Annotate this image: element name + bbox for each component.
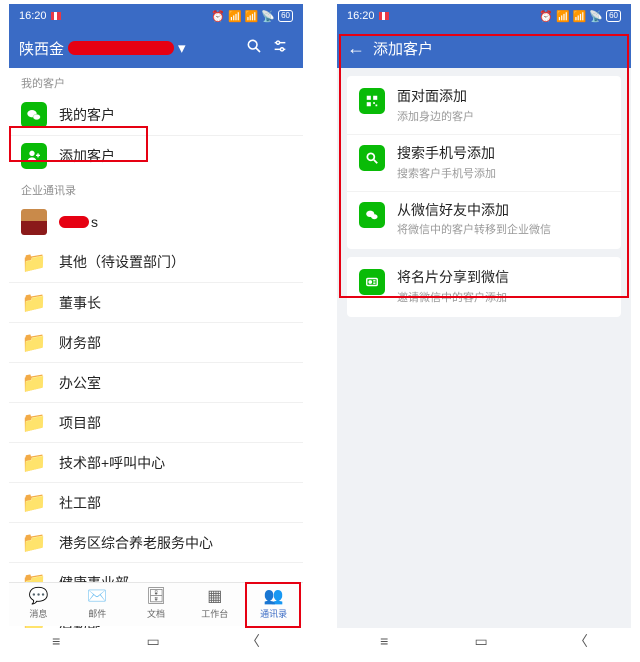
phone-right: 16:20 ⏰ 📶 📶 📡 60 ← 添加客户 面对面添加添加身边的客户搜索手机… bbox=[337, 4, 631, 654]
system-nav-bar: ≡ ▭ 〈 bbox=[9, 628, 303, 654]
row-add-client[interactable]: 添加客户 bbox=[9, 135, 303, 175]
row-folder[interactable]: 📁 港务区综合养老服务中心 bbox=[9, 522, 303, 562]
add-user-icon bbox=[21, 143, 47, 169]
status-flag-icon bbox=[51, 12, 61, 20]
signal-icon: 📶 bbox=[556, 10, 570, 23]
battery-indicator: 60 bbox=[606, 10, 621, 22]
folder-icon: 📁 bbox=[21, 370, 47, 396]
row-label: 项目部 bbox=[59, 413, 101, 433]
row-label: 技术部+呼叫中心 bbox=[59, 453, 165, 473]
option-title: 面对面添加 bbox=[397, 88, 474, 105]
nav-menu-icon[interactable]: ≡ bbox=[52, 633, 60, 649]
tab-contacts[interactable]: 👥通讯录 bbox=[244, 583, 303, 626]
contacts-icon: 👥 bbox=[264, 589, 284, 605]
nav-title: 添加客户 bbox=[373, 38, 621, 59]
alarm-icon: ⏰ bbox=[211, 10, 225, 23]
option-group-2: 将名片分享到微信邀请微信中的客户添加 bbox=[347, 257, 621, 317]
status-flag-icon bbox=[379, 12, 389, 20]
row-folder[interactable]: 📁 董事长 bbox=[9, 282, 303, 322]
card-icon bbox=[359, 269, 385, 295]
section-header-directory: 企业通讯录 bbox=[9, 175, 303, 202]
tab-mail[interactable]: ✉️邮件 bbox=[68, 583, 127, 626]
row-label: s bbox=[91, 214, 98, 230]
option-row[interactable]: 从微信好友中添加将微信中的客户转移到企业微信 bbox=[347, 191, 621, 248]
nav-bar: 陕西金 ▾ bbox=[9, 28, 303, 68]
wechat-icon bbox=[21, 102, 47, 128]
wifi-icon: 📡 bbox=[261, 10, 275, 23]
nav-bar: ← 添加客户 bbox=[337, 28, 631, 68]
tab-messages[interactable]: 💬消息 bbox=[9, 583, 68, 626]
row-my-clients[interactable]: 我的客户 bbox=[9, 95, 303, 135]
folder-icon: 📁 bbox=[21, 490, 47, 516]
option-group-1: 面对面添加添加身边的客户搜索手机号添加搜索客户手机号添加从微信好友中添加将微信中… bbox=[347, 76, 621, 249]
status-bar: 16:20 ⏰ 📶 📶 📡 60 bbox=[9, 4, 303, 28]
alarm-icon: ⏰ bbox=[539, 10, 553, 23]
nav-home-icon[interactable]: ▭ bbox=[474, 633, 487, 650]
nav-home-icon[interactable]: ▭ bbox=[146, 633, 159, 650]
option-title: 将名片分享到微信 bbox=[397, 269, 509, 286]
status-bar: 16:20 ⏰ 📶 📶 📡 60 bbox=[337, 4, 631, 28]
option-title: 搜索手机号添加 bbox=[397, 145, 496, 162]
option-row[interactable]: 搜索手机号添加搜索客户手机号添加 bbox=[347, 134, 621, 191]
status-time: 16:20 bbox=[347, 10, 375, 22]
nav-back-icon[interactable]: 〈 bbox=[574, 631, 588, 651]
row-label: 我的客户 bbox=[59, 105, 115, 125]
row-contact-person[interactable]: s bbox=[9, 202, 303, 242]
row-label: 其他（待设置部门） bbox=[59, 252, 185, 272]
system-nav-bar: ≡ ▭ 〈 bbox=[337, 628, 631, 654]
qr-icon bbox=[359, 88, 385, 114]
phone-left: 16:20 ⏰ 📶 📶 📡 60 陕西金 ▾ 我的客户 我的客户 bbox=[9, 4, 303, 654]
row-label: 办公室 bbox=[59, 373, 101, 393]
redacted-blob bbox=[59, 216, 89, 228]
redacted-blob bbox=[68, 41, 174, 55]
option-subtitle: 将微信中的客户转移到企业微信 bbox=[397, 221, 551, 237]
mail-icon: ✉️ bbox=[87, 589, 107, 605]
battery-indicator: 60 bbox=[278, 10, 293, 22]
search-icon bbox=[359, 145, 385, 171]
status-time: 16:20 bbox=[19, 10, 47, 22]
option-subtitle: 添加身边的客户 bbox=[397, 108, 474, 124]
folder-icon: 📁 bbox=[21, 410, 47, 436]
section-header-my-clients: 我的客户 bbox=[9, 68, 303, 95]
nav-menu-icon[interactable]: ≡ bbox=[380, 633, 388, 649]
row-folder[interactable]: 📁 办公室 bbox=[9, 362, 303, 402]
option-title: 从微信好友中添加 bbox=[397, 202, 551, 219]
row-label: 社工部 bbox=[59, 493, 101, 513]
wechat-icon bbox=[359, 202, 385, 228]
row-folder[interactable]: 📁 其他（待设置部门） bbox=[9, 242, 303, 282]
signal-icon: 📶 bbox=[228, 10, 242, 23]
option-row[interactable]: 面对面添加添加身边的客户 bbox=[347, 78, 621, 134]
search-icon[interactable] bbox=[241, 38, 267, 59]
row-label: 董事长 bbox=[59, 293, 101, 313]
filter-icon[interactable] bbox=[267, 38, 293, 59]
nav-back-icon[interactable]: 〈 bbox=[246, 631, 260, 651]
wifi-icon: 📡 bbox=[589, 10, 603, 23]
signal-icon: 📶 bbox=[573, 10, 587, 23]
option-subtitle: 邀请微信中的客户添加 bbox=[397, 289, 509, 305]
nav-title: 陕西金 ▾ bbox=[19, 38, 241, 59]
row-label: 港务区综合养老服务中心 bbox=[59, 533, 213, 553]
option-subtitle: 搜索客户手机号添加 bbox=[397, 165, 496, 181]
option-row[interactable]: 将名片分享到微信邀请微信中的客户添加 bbox=[347, 259, 621, 315]
row-label: 添加客户 bbox=[59, 146, 115, 166]
row-folder[interactable]: 📁 财务部 bbox=[9, 322, 303, 362]
folder-icon: 📁 bbox=[21, 249, 47, 275]
folder-icon: 📁 bbox=[21, 290, 47, 316]
avatar-icon bbox=[21, 209, 47, 235]
folder-icon: 📁 bbox=[21, 450, 47, 476]
row-folder[interactable]: 📁 技术部+呼叫中心 bbox=[9, 442, 303, 482]
signal-icon: 📶 bbox=[245, 10, 259, 23]
back-button[interactable]: ← bbox=[347, 38, 373, 59]
folder-icon: 📁 bbox=[21, 330, 47, 356]
tab-workbench[interactable]: ▦工作台 bbox=[185, 583, 244, 626]
grid-icon: ▦ bbox=[207, 589, 222, 605]
chat-icon: 💬 bbox=[28, 589, 48, 605]
folder-icon: 📁 bbox=[21, 530, 47, 556]
doc-icon: 🗄 bbox=[146, 589, 166, 605]
row-label: 财务部 bbox=[59, 333, 101, 353]
tab-bar: 💬消息 ✉️邮件 🗄文档 ▦工作台 👥通讯录 bbox=[9, 582, 303, 626]
tab-docs[interactable]: 🗄文档 bbox=[127, 583, 186, 626]
row-folder[interactable]: 📁 社工部 bbox=[9, 482, 303, 522]
row-folder[interactable]: 📁 项目部 bbox=[9, 402, 303, 442]
